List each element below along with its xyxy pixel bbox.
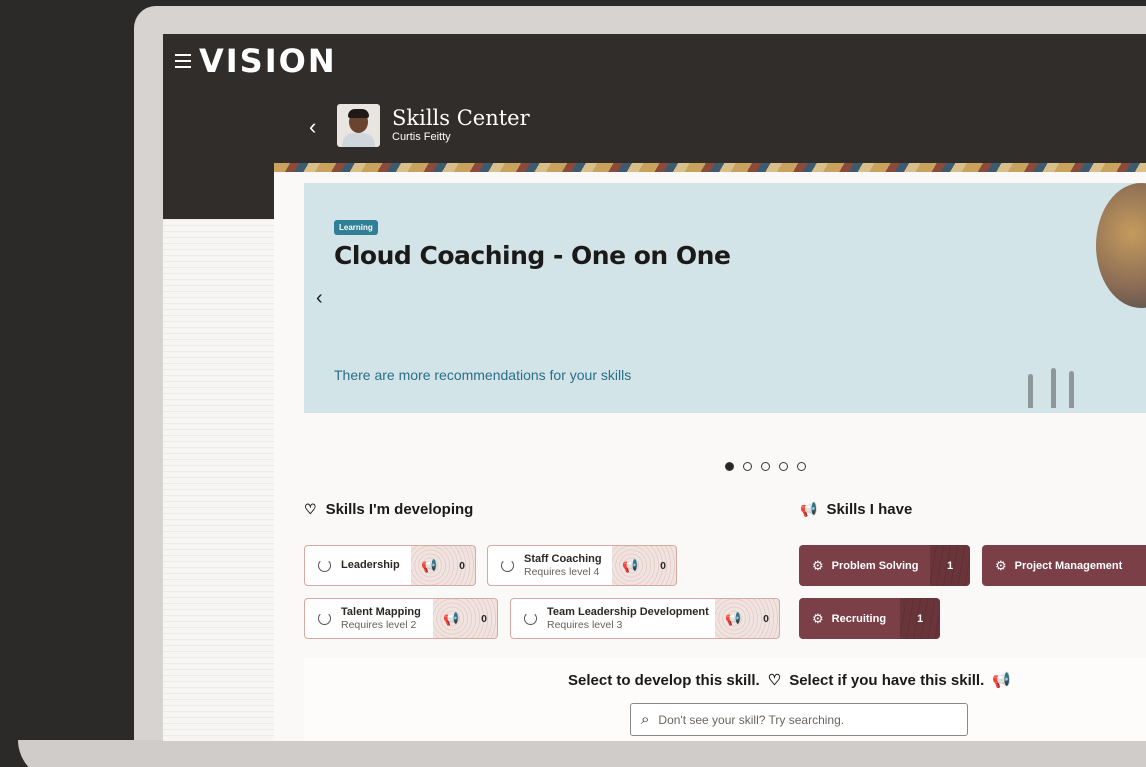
skill-name: Talent Mapping bbox=[341, 605, 421, 618]
skill-count: 1 bbox=[930, 545, 970, 586]
hamburger-icon[interactable] bbox=[175, 54, 191, 68]
develop-instruction: Select to develop this skill. bbox=[568, 671, 760, 689]
carousel-dot[interactable] bbox=[743, 462, 752, 471]
skill-count: 0 bbox=[481, 612, 487, 625]
have-heading: 📢 Skills I have bbox=[800, 501, 912, 518]
have-skill-chip[interactable]: ⚙ Problem Solving 1 bbox=[799, 545, 970, 586]
skill-count: 0 bbox=[763, 612, 769, 625]
skill-endorse-area[interactable]: 📢 0 bbox=[715, 599, 779, 638]
carousel-dot[interactable] bbox=[725, 462, 734, 471]
back-button[interactable]: ‹ bbox=[309, 114, 316, 140]
developing-skill-chip[interactable]: Team Leadership Development Requires lev… bbox=[510, 598, 780, 639]
have-skill-chip[interactable]: ⚙ Recruiting 1 bbox=[799, 598, 940, 639]
gear-icon: ⚙ bbox=[812, 610, 824, 626]
progress-ring-icon bbox=[318, 559, 331, 572]
skill-requirement: Requires level 4 bbox=[524, 565, 600, 578]
globe-illustration bbox=[1096, 183, 1146, 308]
have-heading-text: Skills I have bbox=[826, 501, 913, 518]
developing-heading: ♡ Skills I'm developing bbox=[304, 501, 473, 518]
skill-name: Project Management bbox=[1014, 559, 1123, 572]
developing-heading-text: Skills I'm developing bbox=[325, 501, 474, 518]
progress-ring-icon bbox=[318, 612, 331, 625]
carousel-pagination bbox=[725, 462, 806, 471]
megaphone-icon: 📢 bbox=[421, 557, 438, 573]
skill-requirement: Requires level 2 bbox=[341, 618, 417, 631]
megaphone-icon: 📢 bbox=[992, 672, 1011, 689]
developing-skill-chip[interactable]: Talent Mapping Requires level 2 📢 0 bbox=[304, 598, 498, 639]
carousel-dot[interactable] bbox=[761, 462, 770, 471]
search-icon: ⌕ bbox=[641, 711, 650, 728]
progress-ring-icon bbox=[524, 612, 537, 625]
page-title: Skills Center bbox=[392, 106, 530, 130]
carousel-dot[interactable] bbox=[779, 462, 788, 471]
megaphone-icon: 📢 bbox=[443, 610, 460, 626]
skill-name: Team Leadership Development bbox=[547, 605, 709, 618]
left-texture bbox=[163, 219, 274, 741]
megaphone-icon: 📢 bbox=[800, 501, 818, 517]
app-screen: VISION ‹ Skills Center Curtis Feitty Lea… bbox=[163, 34, 1146, 741]
recommendation-carousel: Learning Cloud Coaching - One on One ‹ T… bbox=[304, 183, 1146, 413]
learning-badge: Learning bbox=[334, 220, 378, 235]
decorative-pattern-band bbox=[274, 163, 1146, 172]
skill-select-panel: Select to develop this skill. ♡ Select i… bbox=[304, 657, 1146, 741]
people-illustration bbox=[1024, 363, 1094, 408]
skill-name: Problem Solving bbox=[831, 559, 919, 572]
gear-icon: ⚙ bbox=[812, 557, 824, 573]
skill-requirement: Requires level 3 bbox=[547, 618, 623, 631]
skill-count: 0 bbox=[459, 559, 465, 572]
heart-icon: ♡ bbox=[767, 672, 782, 689]
laptop-base bbox=[18, 740, 1146, 767]
page-title-block: Skills Center Curtis Feitty bbox=[392, 106, 530, 144]
skill-name: Recruiting bbox=[831, 612, 887, 625]
megaphone-icon: 📢 bbox=[622, 557, 639, 573]
skill-count: 1 bbox=[900, 598, 940, 639]
skill-name: Leadership bbox=[341, 559, 400, 571]
heart-icon: ♡ bbox=[304, 501, 317, 517]
gear-icon: ⚙ bbox=[995, 557, 1007, 573]
carousel-title[interactable]: Cloud Coaching - One on One bbox=[334, 241, 731, 270]
carousel-illustration bbox=[1096, 183, 1146, 323]
main-content: Learning Cloud Coaching - One on One ‹ T… bbox=[274, 163, 1146, 741]
skill-endorse-area[interactable]: 📢 0 bbox=[411, 546, 475, 585]
recommendations-link[interactable]: There are more recommendations for your … bbox=[334, 367, 631, 383]
skill-name: Staff Coaching bbox=[524, 552, 602, 565]
avatar bbox=[337, 104, 380, 147]
skill-endorse-area[interactable]: 📢 0 bbox=[612, 546, 676, 585]
developing-skill-chip[interactable]: Staff Coaching Requires level 4 📢 0 bbox=[487, 545, 677, 586]
skill-endorse-area[interactable]: 📢 0 bbox=[433, 599, 497, 638]
skill-search-input[interactable] bbox=[658, 712, 939, 727]
skill-count: 0 bbox=[660, 559, 666, 572]
developing-skill-chip[interactable]: Leadership 📢 0 bbox=[304, 545, 476, 586]
select-instructions: Select to develop this skill. ♡ Select i… bbox=[568, 671, 1011, 690]
have-skill-chip[interactable]: ⚙ Project Management bbox=[982, 545, 1146, 586]
megaphone-icon: 📢 bbox=[725, 610, 742, 626]
skill-search-box[interactable]: ⌕ bbox=[630, 703, 968, 736]
progress-ring-icon bbox=[501, 559, 514, 572]
carousel-dot[interactable] bbox=[797, 462, 806, 471]
app-logo: VISION bbox=[199, 42, 337, 80]
carousel-prev-button[interactable]: ‹ bbox=[316, 287, 323, 310]
page-subtitle: Curtis Feitty bbox=[392, 131, 451, 143]
have-instruction: Select if you have this skill. bbox=[789, 671, 985, 689]
